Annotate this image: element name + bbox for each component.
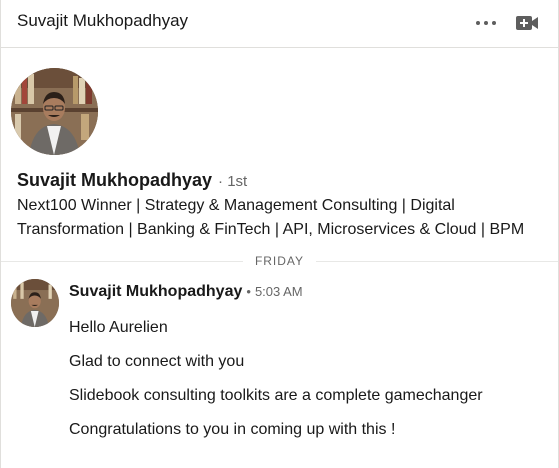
message-group: Suvajit Mukhopadhyay • 5:03 AM Hello Aur… [1,276,558,468]
conversation-header: Suvajit Mukhopadhyay [1,0,558,48]
message-sender-name[interactable]: Suvajit Mukhopadhyay [69,283,242,301]
sender-avatar[interactable] [11,279,59,327]
profile-card: Suvajit Mukhopadhyay · 1st Next100 Winne… [1,48,558,250]
conversation-window: Suvajit Mukhopadhyay Suvajit Mukhopadhya… [0,0,559,468]
more-options-icon[interactable] [476,10,496,36]
message-line: Hello Aurelien [69,319,168,336]
message-header: Suvajit Mukhopadhyay • 5:03 AM [69,283,303,301]
message-line: Slidebook consulting toolkits are a comp… [69,387,483,404]
header-actions [476,10,540,36]
connection-degree: · 1st [218,173,248,190]
day-label: FRIDAY [242,254,317,268]
header-title[interactable]: Suvajit Mukhopadhyay [17,11,188,31]
day-divider: FRIDAY [1,251,558,271]
profile-avatar[interactable] [11,68,98,155]
message-body: Hello Aurelien Glad to connect with you … [69,316,539,452]
profile-name[interactable]: Suvajit Mukhopadhyay [17,170,212,191]
profile-name-row: Suvajit Mukhopadhyay · 1st [17,170,247,191]
video-call-icon[interactable] [514,10,540,36]
message-timestamp: 5:03 AM [254,284,303,299]
message-line: Congratulations to you in coming up with… [69,421,396,438]
separator-dot: • [246,284,251,299]
profile-headline: Next100 Winner | Strategy & Management C… [17,197,525,238]
message-line: Glad to connect with you [69,353,245,370]
